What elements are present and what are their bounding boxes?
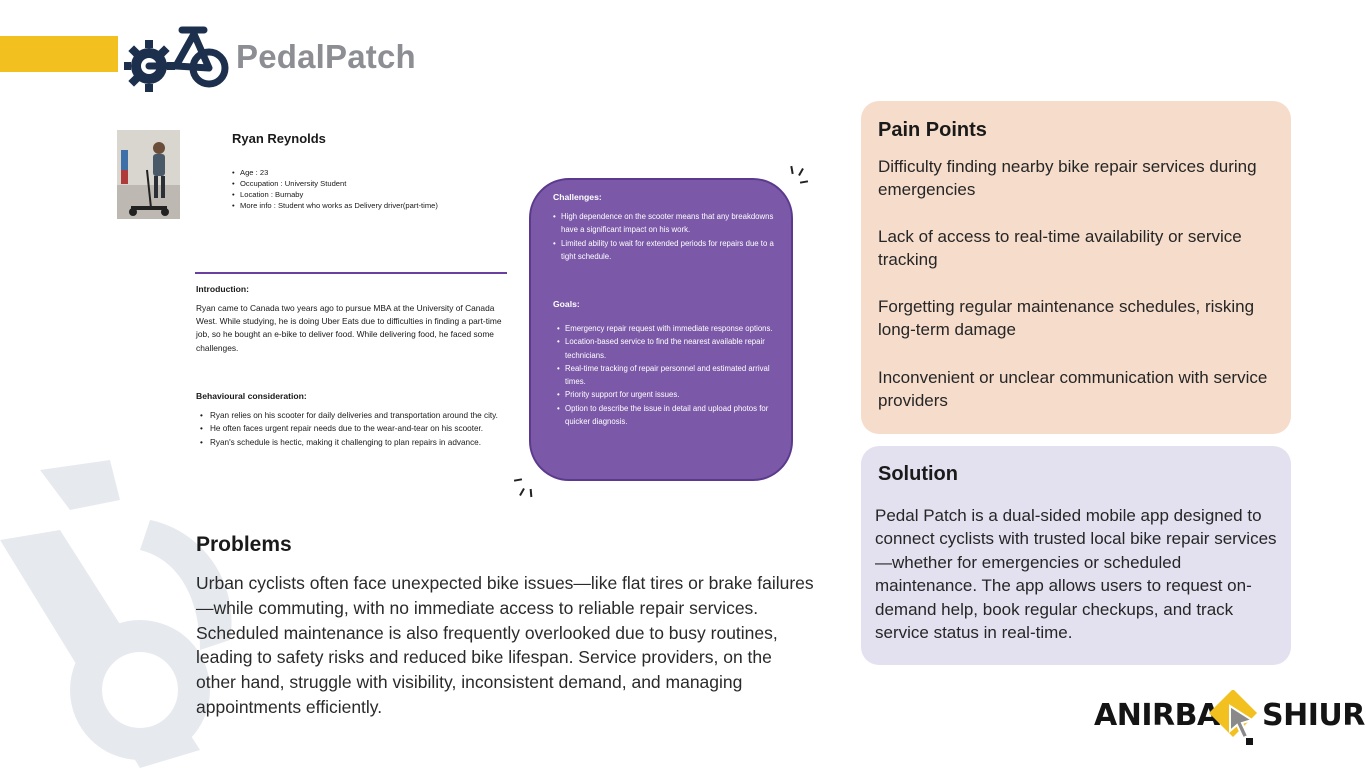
- persona-details: Age : 23 Occupation : University Student…: [232, 167, 452, 211]
- decor-tick: [798, 168, 804, 176]
- signature-right: SHIUR: [1262, 698, 1365, 733]
- goals-list: Emergency repair request with immediate …: [557, 322, 787, 428]
- intro-body: Ryan came to Canada two years ago to pur…: [196, 303, 502, 353]
- challenges-goals-card: Challenges: High dependence on the scoot…: [529, 178, 793, 481]
- persona-name: Ryan Reynolds: [232, 131, 326, 146]
- solution-title: Solution: [878, 463, 958, 485]
- accent-bar: [0, 36, 118, 72]
- goal-item: Emergency repair request with immediate …: [557, 322, 787, 336]
- decor-tick: [513, 478, 523, 482]
- pain-point-item: Lack of access to real-time availability…: [878, 227, 1242, 270]
- decor-tick: [799, 180, 809, 184]
- solution-body: Pedal Patch is a dual-sided mobile app d…: [875, 506, 1277, 643]
- challenges-list: High dependence on the scooter means tha…: [553, 210, 783, 263]
- decor-tick: [529, 488, 533, 498]
- problems-body: Urban cyclists often face unexpected bik…: [196, 573, 814, 717]
- behaviour-list: Ryan relies on his scooter for daily del…: [200, 409, 500, 450]
- persona-photo: [117, 130, 180, 219]
- behaviour-item: Ryan relies on his scooter for daily del…: [200, 409, 500, 423]
- intro-title: Introduction:: [196, 284, 249, 294]
- pain-points-card: Pain Points Difficulty finding nearby bi…: [861, 101, 1291, 434]
- goal-item: Priority support for urgent issues.: [557, 388, 787, 402]
- pedalpatch-logo-icon: [124, 26, 229, 92]
- persona-age: Age : 23: [232, 167, 452, 178]
- persona-more-info: More info : Student who works as Deliver…: [232, 200, 452, 211]
- challenge-item: Limited ability to wait for extended per…: [553, 237, 783, 264]
- pain-point-item: Inconvenient or unclear communication wi…: [878, 368, 1268, 411]
- diamond-cursor-icon: [1208, 690, 1258, 745]
- pain-points-title: Pain Points: [878, 119, 987, 141]
- persona-location: Location : Burnaby: [232, 189, 452, 200]
- challenge-item: High dependence on the scooter means tha…: [553, 210, 783, 237]
- challenges-title: Challenges:: [553, 192, 602, 202]
- pain-point-item: Forgetting regular maintenance schedules…: [878, 297, 1255, 340]
- problems-title: Problems: [196, 533, 292, 556]
- brand-name: PedalPatch: [236, 38, 416, 75]
- goal-item: Real-time tracking of repair personnel a…: [557, 362, 787, 389]
- behaviour-item: He often faces urgent repair needs due t…: [200, 422, 500, 436]
- behaviour-title: Behavioural consideration:: [196, 391, 307, 401]
- divider: [195, 272, 507, 274]
- person-scooter-icon: [117, 130, 180, 219]
- persona-occupation: Occupation : University Student: [232, 178, 452, 189]
- pain-point-item: Difficulty finding nearby bike repair se…: [878, 157, 1257, 200]
- author-signature: ANIRBAN SHIUR: [1094, 688, 1365, 750]
- goal-item: Option to describe the issue in detail a…: [557, 402, 787, 429]
- goals-title: Goals:: [553, 299, 580, 309]
- decor-tick: [519, 488, 525, 496]
- behaviour-item: Ryan's schedule is hectic, making it cha…: [200, 436, 500, 450]
- goal-item: Location-based service to find the neare…: [557, 335, 787, 362]
- solution-card: Solution Pedal Patch is a dual-sided mob…: [861, 446, 1291, 665]
- decor-tick: [790, 165, 794, 175]
